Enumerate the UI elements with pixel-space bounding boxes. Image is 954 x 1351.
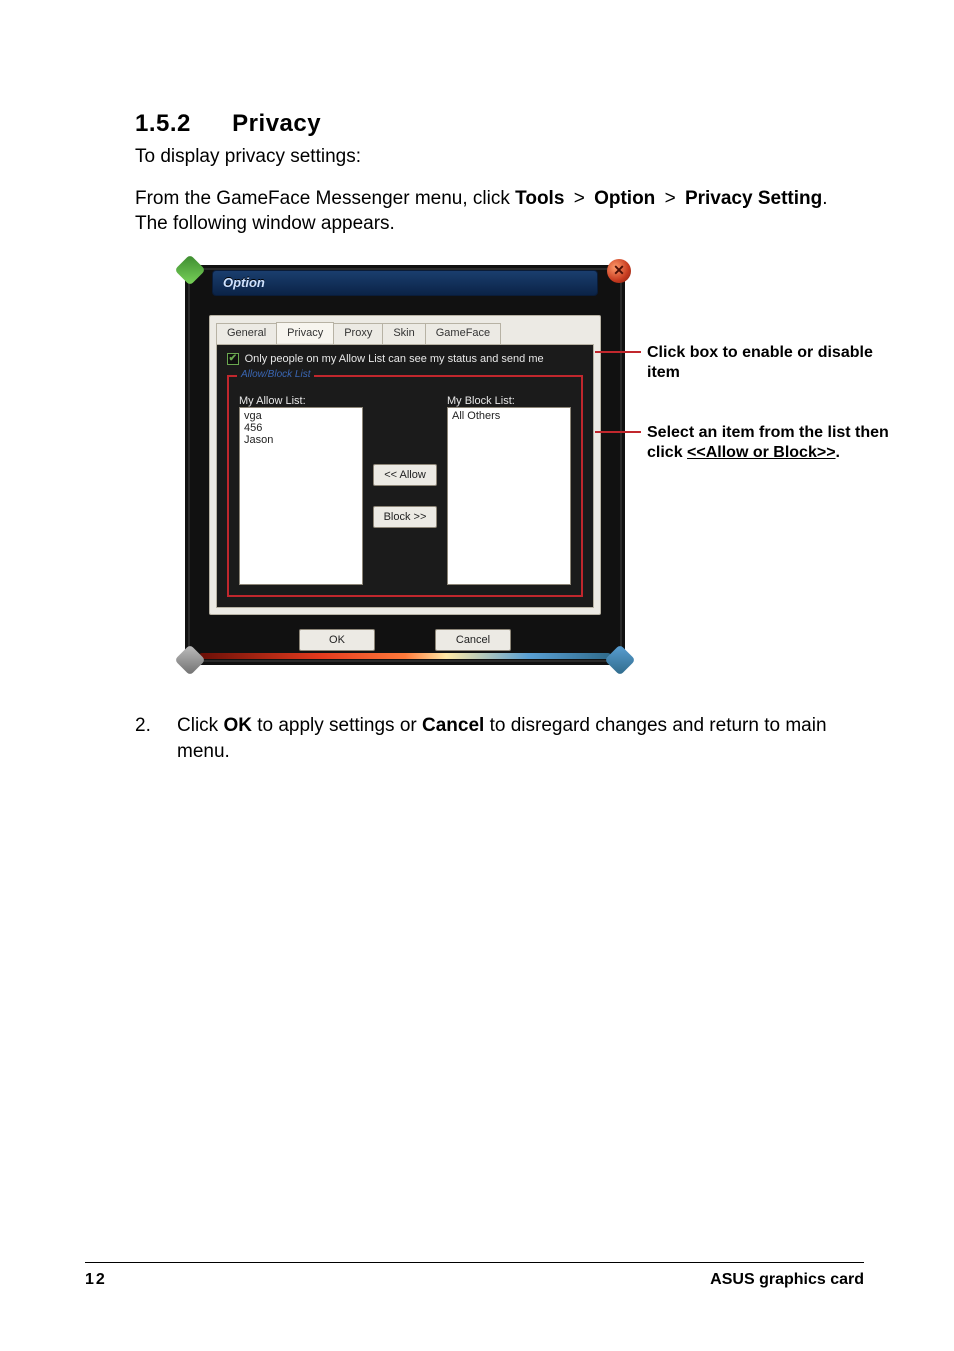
list-item[interactable]: 456 <box>244 422 358 434</box>
tab-general[interactable]: General <box>216 323 277 344</box>
menu-tools: Tools <box>515 188 564 209</box>
list-item[interactable]: vga <box>244 410 358 422</box>
page-footer: 12 ASUS graphics card <box>85 1262 864 1289</box>
block-listbox[interactable]: All Others <box>447 407 571 585</box>
callout-buttons: Select an item from the list then click … <box>625 423 905 463</box>
allow-listbox[interactable]: vga 456 Jason <box>239 407 363 585</box>
instruction-text: From the GameFace Messenger menu, click … <box>135 186 864 237</box>
list-item[interactable]: All Others <box>452 410 566 422</box>
block-list-label: My Block List: <box>447 395 571 407</box>
step-2: 2. Click OK to apply settings or Cancel … <box>135 713 864 764</box>
callout-text: . <box>836 444 840 461</box>
window-frame: Option General Privacy Proxy Skin GameFa… <box>185 265 625 665</box>
group-legend: Allow/Block List <box>237 369 314 380</box>
titlebar: Option <box>212 270 598 296</box>
allowlist-checkbox[interactable]: ✔ <box>227 353 239 365</box>
sep: > <box>570 188 589 209</box>
frame-bottom-strip <box>199 653 611 659</box>
sep: > <box>661 188 680 209</box>
instr-pre: From the GameFace Messenger menu, click <box>135 188 515 209</box>
callout-checkbox: Click box to enable or disable item <box>625 343 885 383</box>
window-title: Option <box>223 275 265 290</box>
tab-bar: General Privacy Proxy Skin GameFace <box>210 316 600 343</box>
tab-gameface[interactable]: GameFace <box>425 323 501 344</box>
allow-button[interactable]: << Allow <box>373 464 437 486</box>
block-button[interactable]: Block >> <box>373 506 437 528</box>
option-window: Option General Privacy Proxy Skin GameFa… <box>185 265 625 665</box>
callout-link-text: <<Allow or Block>> <box>687 444 836 461</box>
close-icon[interactable]: ✕ <box>607 259 631 283</box>
step-text: Click <box>177 715 223 736</box>
cancel-button[interactable]: Cancel <box>435 629 511 651</box>
tab-privacy[interactable]: Privacy <box>276 322 334 343</box>
section-title: Privacy <box>232 110 321 137</box>
dialog-body: General Privacy Proxy Skin GameFace ✔ On… <box>209 315 601 615</box>
intro-text: To display privacy settings: <box>135 144 864 170</box>
ok-label: OK <box>223 715 252 736</box>
step-number: 2. <box>135 713 155 764</box>
section-heading: 1.5.2 Privacy <box>135 110 864 138</box>
menu-privacy-setting: Privacy Setting <box>685 188 822 209</box>
step-text: to apply settings or <box>252 715 422 736</box>
page-number: 12 <box>85 1271 107 1289</box>
callout-text: Click box to enable or disable item <box>647 343 885 383</box>
tab-proxy[interactable]: Proxy <box>333 323 383 344</box>
section-number: 1.5.2 <box>135 110 225 138</box>
allow-block-group: Allow/Block List My Allow List: My Block… <box>227 375 583 597</box>
privacy-panel: ✔ Only people on my Allow List can see m… <box>216 344 594 608</box>
allow-list-label: My Allow List: <box>239 395 363 407</box>
menu-option: Option <box>594 188 655 209</box>
tab-skin[interactable]: Skin <box>382 323 425 344</box>
product-name: ASUS graphics card <box>710 1271 864 1289</box>
list-item[interactable]: Jason <box>244 434 358 446</box>
cancel-label: Cancel <box>422 715 484 736</box>
ok-button[interactable]: OK <box>299 629 375 651</box>
